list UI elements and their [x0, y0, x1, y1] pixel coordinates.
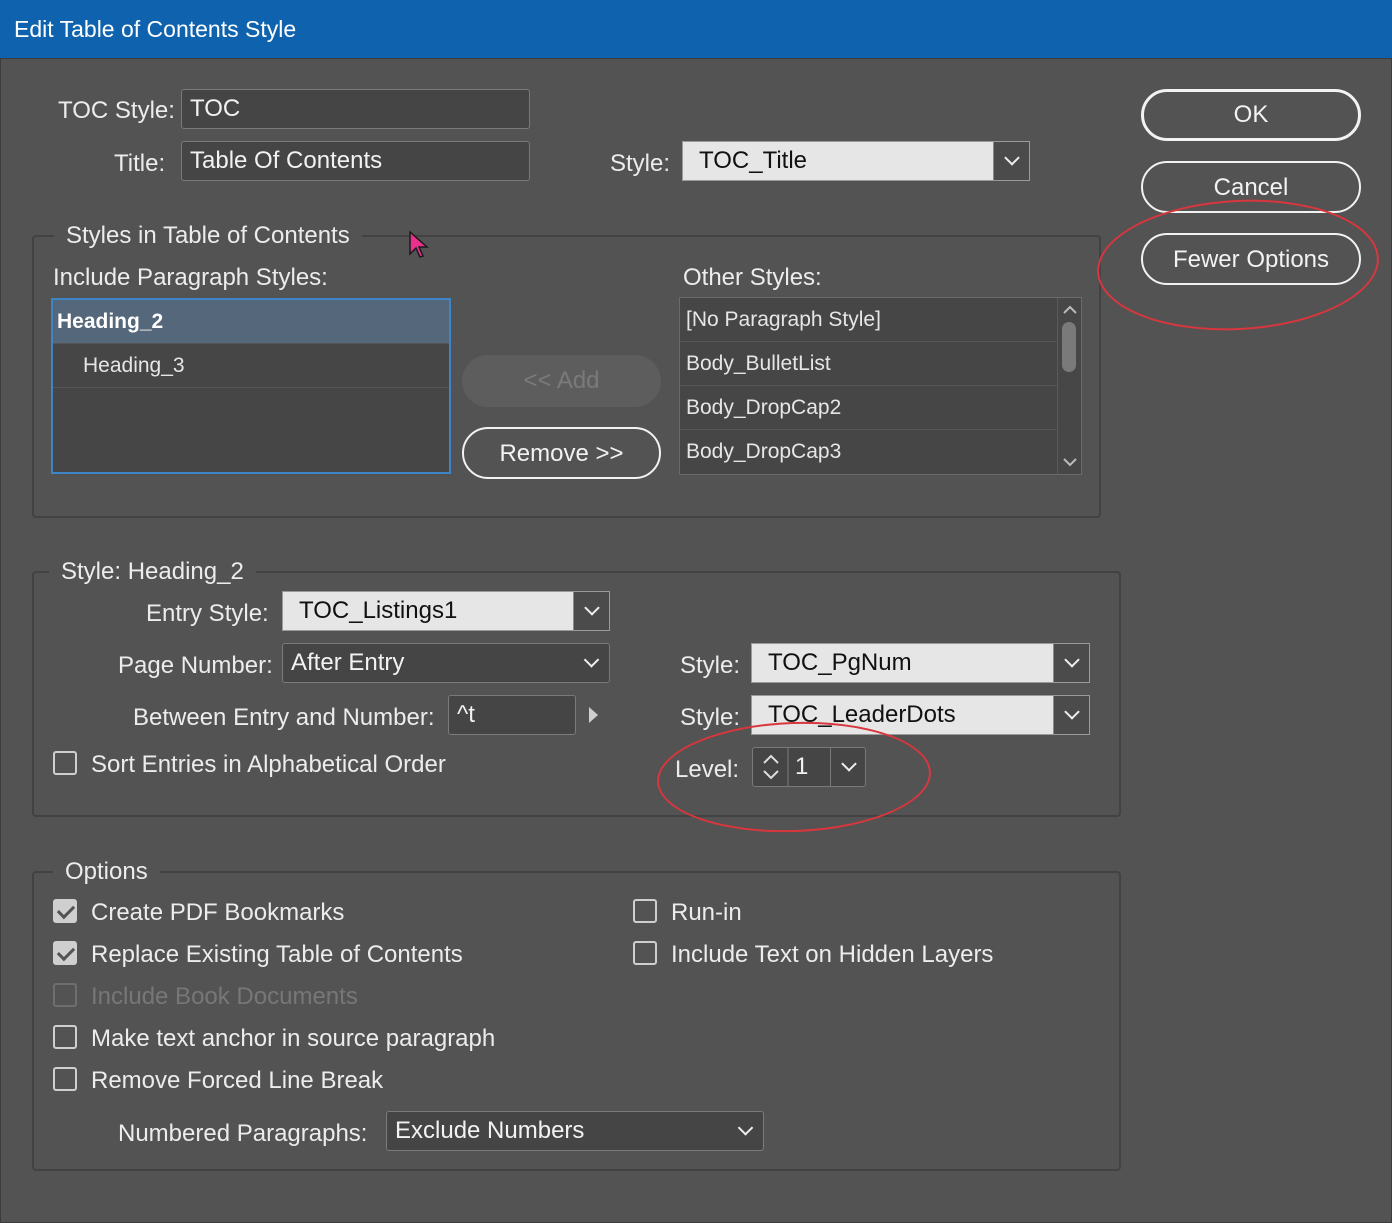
include-book-documents-checkbox[interactable]: [53, 983, 77, 1007]
remove-button[interactable]: Remove >>: [462, 427, 661, 479]
between-entry-number-label: Between Entry and Number:: [133, 704, 435, 731]
run-in-checkbox[interactable]: [633, 899, 657, 923]
remove-forced-line-break-checkbox[interactable]: [53, 1067, 77, 1091]
title-input[interactable]: Table Of Contents: [181, 141, 530, 181]
entry-style-value: TOC_Listings1: [299, 597, 458, 624]
options-title: Options: [53, 858, 160, 886]
stepper-divider: [830, 748, 831, 786]
chevron-down-icon[interactable]: [1058, 452, 1082, 472]
page-number-style-dropdown-button[interactable]: [1053, 644, 1089, 682]
toc-style-input[interactable]: TOC: [181, 89, 530, 129]
chevron-down-icon: [1063, 704, 1080, 720]
include-styles-list[interactable]: Heading_2 Heading_3: [51, 298, 451, 474]
chevron-down-icon: [583, 652, 600, 668]
list-item-label: Heading_2: [57, 309, 164, 333]
title-style-label: Style:: [610, 150, 671, 177]
level-value: 1: [795, 753, 809, 780]
list-item[interactable]: Body_DropCap3: [680, 430, 1057, 474]
title-style-dropdown-button[interactable]: [993, 142, 1029, 180]
make-text-anchor-checkbox[interactable]: [53, 1025, 77, 1049]
between-style-dropdown-button[interactable]: [1053, 696, 1089, 734]
list-item[interactable]: [No Paragraph Style]: [680, 298, 1057, 342]
entry-style-dropdown[interactable]: TOC_Listings1: [282, 591, 610, 631]
replace-existing-label: Replace Existing Table of Contents: [91, 941, 463, 968]
include-paragraph-styles-label: Include Paragraph Styles:: [53, 264, 328, 291]
between-style-dropdown[interactable]: TOC_LeaderDots: [751, 695, 1090, 735]
title-label: Title:: [114, 150, 166, 177]
list-item-label: Body_BulletList: [686, 351, 831, 375]
list-item-label: Heading_3: [83, 353, 185, 377]
fewer-options-button[interactable]: Fewer Options: [1141, 233, 1361, 285]
cancel-button-label: Cancel: [1213, 174, 1289, 201]
page-number-style-value: TOC_PgNum: [768, 649, 912, 676]
stepper-arrows-icon[interactable]: [753, 748, 789, 786]
remove-button-label: Remove >>: [499, 440, 624, 467]
list-item-label: [No Paragraph Style]: [686, 307, 881, 331]
numbered-paragraphs-label: Numbered Paragraphs:: [118, 1120, 368, 1147]
page-number-dropdown[interactable]: After Entry: [282, 643, 610, 683]
run-in-label: Run-in: [671, 899, 742, 926]
list-item[interactable]: Body_DropCap2: [680, 386, 1057, 430]
numbered-paragraphs-dropdown[interactable]: Exclude Numbers: [386, 1111, 764, 1151]
chevron-down-icon: [583, 600, 600, 616]
entry-style-dropdown-button[interactable]: [573, 592, 609, 630]
chevron-down-icon: [1003, 150, 1020, 166]
style-heading-title: Style: Heading_2: [49, 558, 256, 586]
title-bar: Edit Table of Contents Style: [0, 0, 1392, 58]
list-item[interactable]: Body_BulletList: [680, 342, 1057, 386]
between-style-label: Style:: [680, 704, 741, 731]
fewer-options-button-label: Fewer Options: [1172, 246, 1330, 273]
between-style-value: TOC_LeaderDots: [768, 701, 956, 728]
list-item[interactable]: Heading_3: [53, 344, 449, 388]
chevron-down-icon: [1063, 652, 1080, 668]
create-pdf-bookmarks-checkbox[interactable]: [53, 899, 77, 923]
level-stepper[interactable]: 1: [752, 747, 866, 787]
chevron-down-icon: [737, 1120, 754, 1136]
list-item[interactable]: Heading_2: [53, 300, 449, 344]
include-hidden-layers-label: Include Text on Hidden Layers: [671, 941, 994, 968]
sort-entries-checkbox[interactable]: [53, 751, 77, 775]
window-title: Edit Table of Contents Style: [14, 16, 297, 42]
cancel-button[interactable]: Cancel: [1141, 161, 1361, 213]
page-number-style-dropdown[interactable]: TOC_PgNum: [751, 643, 1090, 683]
mouse-cursor-icon: [409, 230, 429, 258]
page-number-style-label: Style:: [680, 652, 741, 679]
other-styles-label: Other Styles:: [683, 264, 822, 291]
include-book-documents-label: Include Book Documents: [91, 983, 358, 1010]
replace-existing-checkbox[interactable]: [53, 941, 77, 965]
title-style-value: TOC_Title: [699, 147, 808, 174]
caret-right-icon[interactable]: [586, 705, 600, 725]
create-pdf-bookmarks-label: Create PDF Bookmarks: [91, 899, 345, 926]
list-item-label: Body_DropCap2: [686, 395, 842, 419]
styles-in-toc-title: Styles in Table of Contents: [54, 222, 362, 250]
ok-button-label: OK: [1233, 101, 1269, 128]
numbered-paragraphs-value: Exclude Numbers: [395, 1117, 585, 1144]
include-hidden-layers-checkbox[interactable]: [633, 941, 657, 965]
title-style-dropdown[interactable]: TOC_Title: [682, 141, 1030, 181]
scrollbar-thumb[interactable]: [1062, 322, 1076, 372]
add-button[interactable]: << Add: [462, 355, 661, 407]
chevron-down-icon[interactable]: [841, 756, 857, 772]
make-text-anchor-label: Make text anchor in source paragraph: [91, 1025, 496, 1052]
level-label: Level:: [675, 756, 740, 783]
add-button-label: << Add: [523, 367, 600, 394]
list-item-label: Body_DropCap3: [686, 440, 842, 463]
entry-style-label: Entry Style:: [146, 600, 269, 627]
page-number-label: Page Number:: [118, 652, 273, 679]
sort-entries-label: Sort Entries in Alphabetical Order: [91, 751, 446, 778]
toc-style-label: TOC Style:: [58, 97, 175, 124]
chevron-up-icon[interactable]: [1058, 300, 1082, 320]
between-entry-number-input[interactable]: ^t: [448, 695, 576, 735]
other-styles-list[interactable]: [No Paragraph Style] Body_BulletList Bod…: [679, 297, 1082, 475]
other-styles-scrollbar[interactable]: [1057, 298, 1081, 474]
remove-forced-line-break-label: Remove Forced Line Break: [91, 1067, 384, 1094]
page-number-value: After Entry: [291, 649, 405, 676]
ok-button[interactable]: OK: [1141, 89, 1361, 141]
